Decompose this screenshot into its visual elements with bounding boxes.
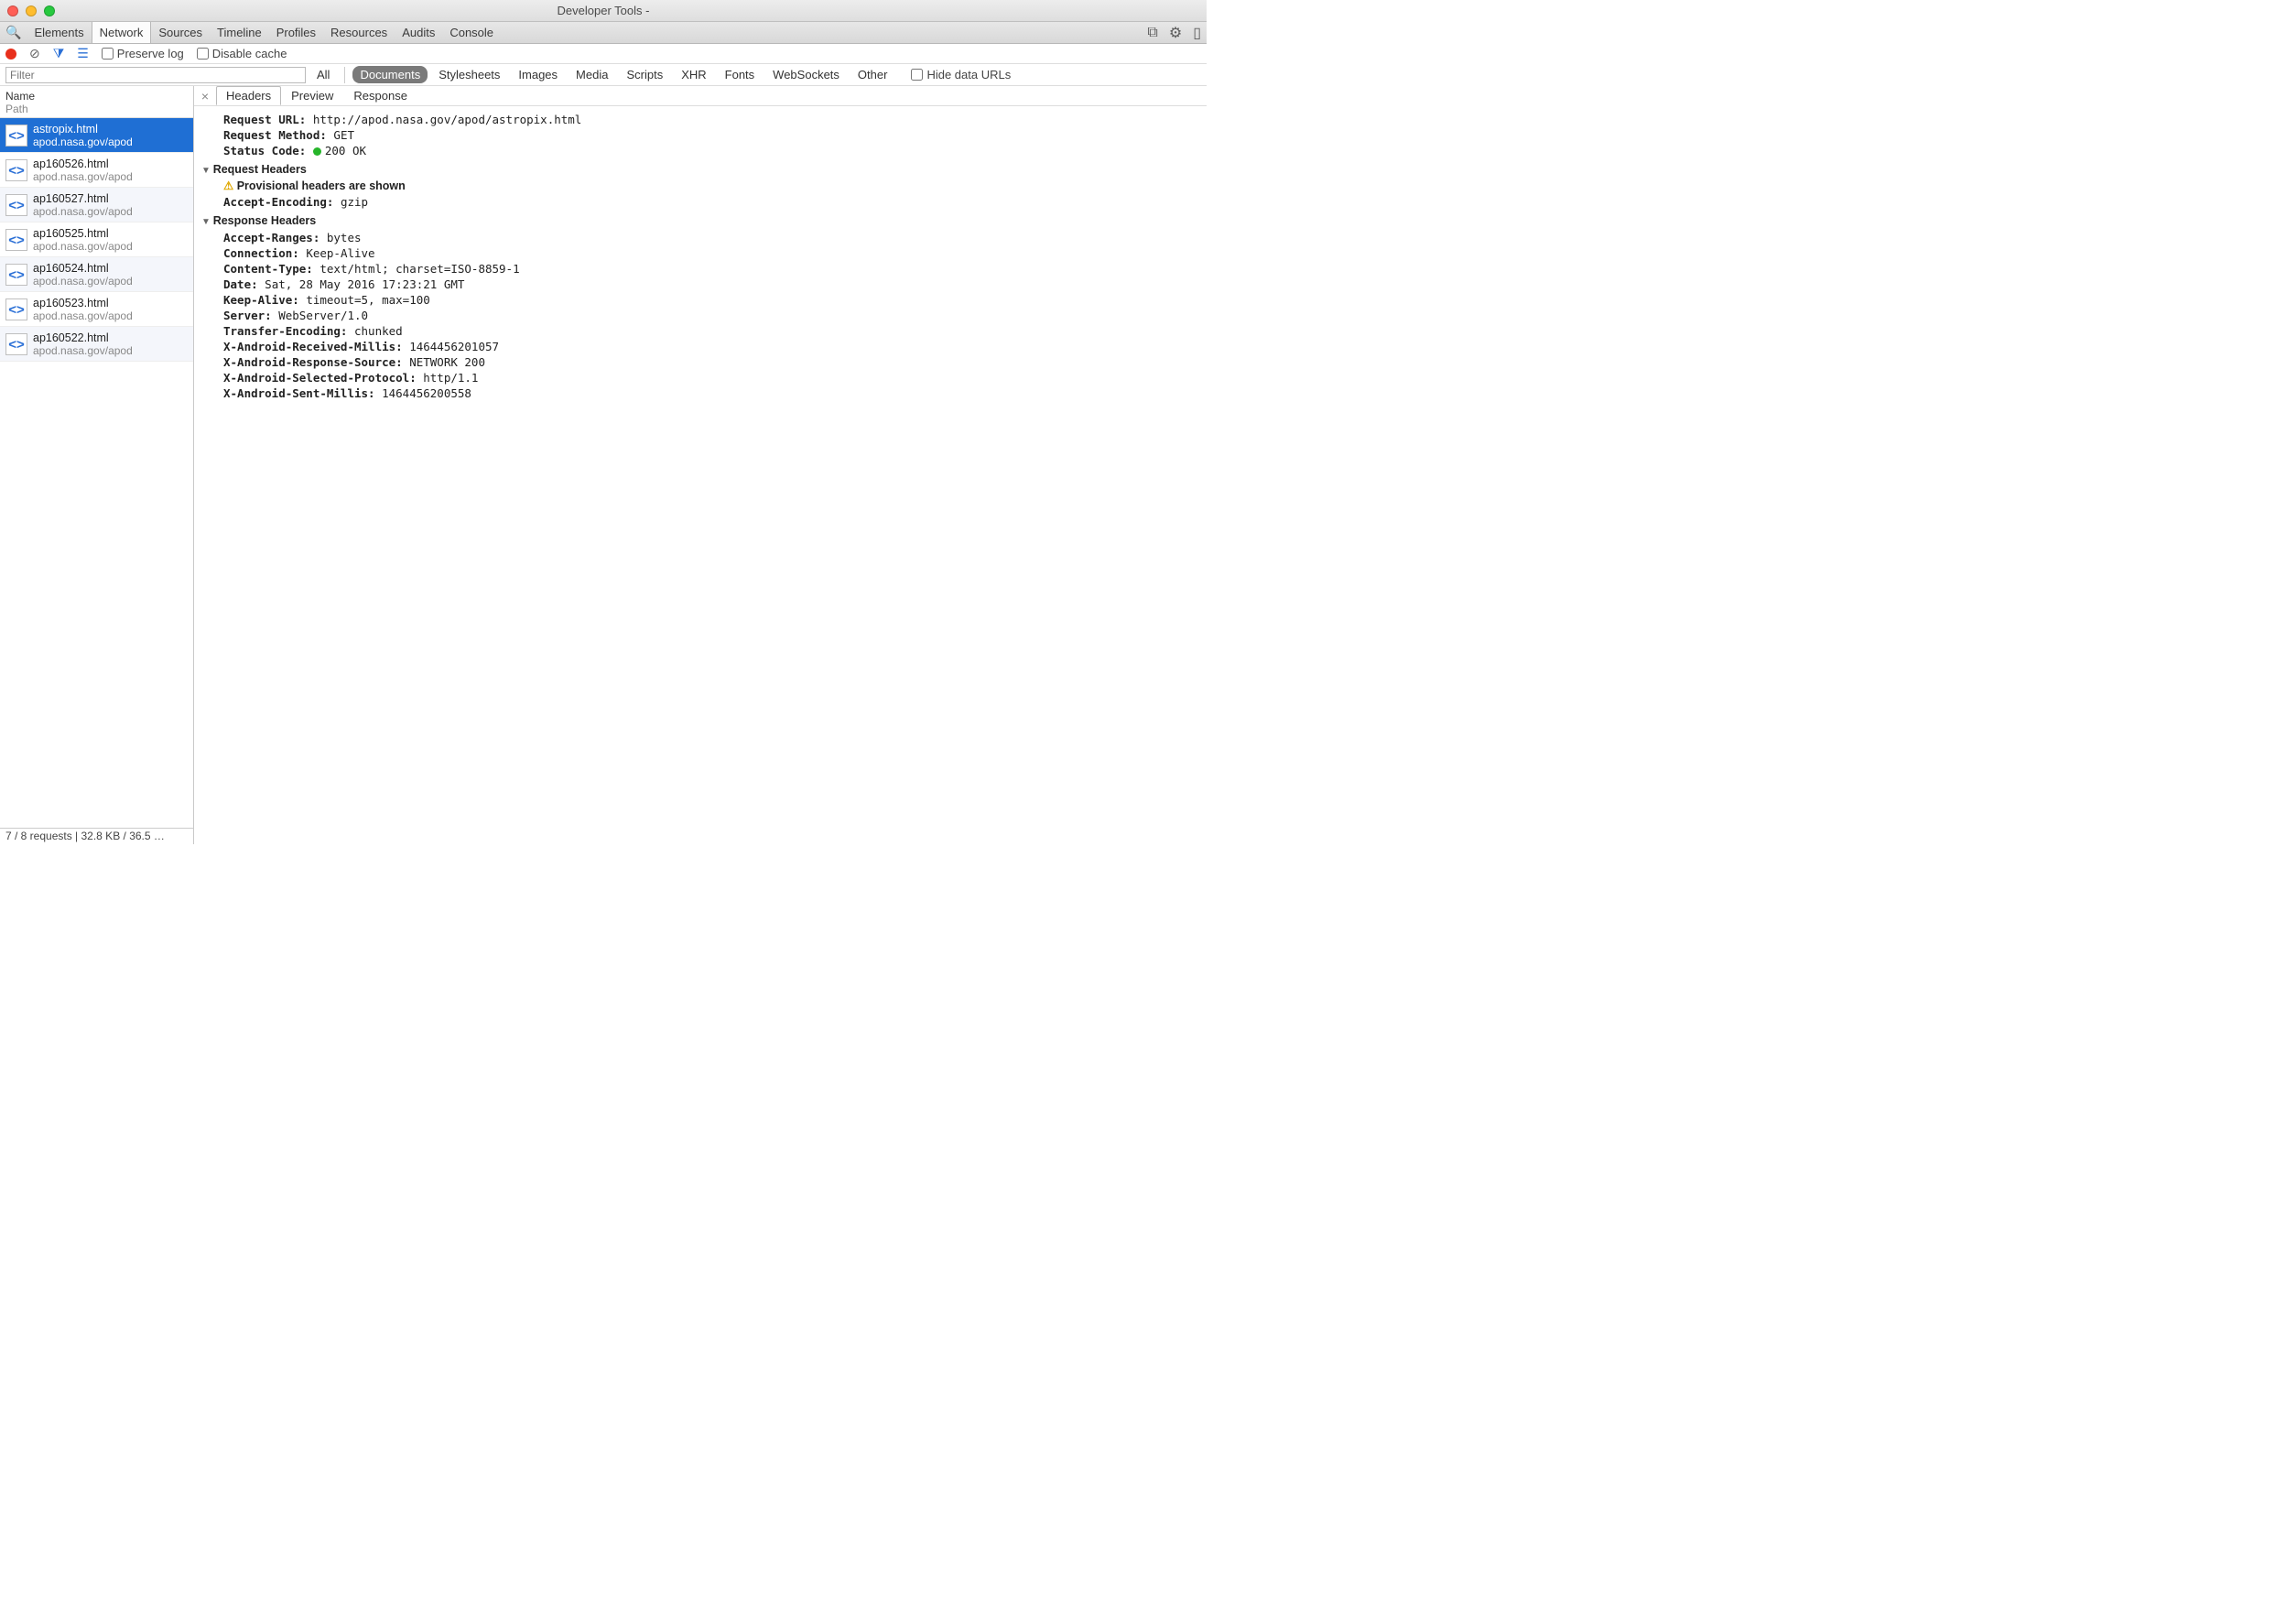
close-detail-icon[interactable]: × [198, 89, 212, 103]
header-row: Accept-Encoding: gzip [223, 194, 1190, 210]
detail-tab-headers[interactable]: Headers [216, 86, 281, 105]
header-row: X-Android-Sent-Millis: 1464456200558 [223, 385, 1190, 401]
request-path: apod.nasa.gov/apod [33, 205, 133, 218]
request-path: apod.nasa.gov/apod [33, 136, 133, 148]
response-headers-title[interactable]: Response Headers [201, 213, 1190, 230]
request-path: apod.nasa.gov/apod [33, 275, 133, 288]
request-row[interactable]: <> ap160527.htmlapod.nasa.gov/apod [0, 188, 193, 222]
window-title: Developer Tools - [0, 4, 1207, 17]
sidebar-header: Name Path [0, 86, 193, 118]
file-icon: <> [5, 298, 27, 320]
detail-panel: × HeadersPreviewResponse Request URL: ht… [194, 86, 1207, 844]
request-name: ap160523.html [33, 297, 133, 309]
filter-type-websockets[interactable]: WebSockets [765, 66, 847, 83]
drawer-icon[interactable]: ⧉ [1147, 25, 1157, 41]
request-name: ap160526.html [33, 157, 133, 170]
hide-data-urls-checkbox[interactable]: Hide data URLs [911, 68, 1011, 81]
file-icon: <> [5, 194, 27, 216]
header-row: X-Android-Received-Millis: 1464456201057 [223, 339, 1190, 354]
header-row: X-Android-Response-Source: NETWORK 200 [223, 354, 1190, 370]
main-tab-console[interactable]: Console [442, 22, 501, 43]
file-icon: <> [5, 125, 27, 146]
request-row[interactable]: <> astropix.htmlapod.nasa.gov/apod [0, 118, 193, 153]
filter-type-documents[interactable]: Documents [352, 66, 428, 83]
provisional-warning: Provisional headers are shown [212, 179, 1190, 194]
main-tab-profiles[interactable]: Profiles [269, 22, 323, 43]
file-icon: <> [5, 333, 27, 355]
main-tabs: 🔍 ElementsNetworkSourcesTimelineProfiles… [0, 22, 1207, 44]
header-row: Request URL: http://apod.nasa.gov/apod/a… [212, 112, 1190, 127]
filter-icon[interactable]: ⧩ [53, 46, 65, 61]
detail-tabs: × HeadersPreviewResponse [194, 86, 1207, 106]
request-list[interactable]: <>astropix.htmlapod.nasa.gov/apod<>ap160… [0, 118, 193, 828]
request-path: apod.nasa.gov/apod [33, 170, 133, 183]
filter-type-other[interactable]: Other [850, 66, 895, 83]
request-row[interactable]: <> ap160525.htmlapod.nasa.gov/apod [0, 222, 193, 257]
detail-tab-preview[interactable]: Preview [281, 86, 343, 105]
filter-type-media[interactable]: Media [569, 66, 615, 83]
filter-input[interactable] [5, 67, 306, 83]
request-path: apod.nasa.gov/apod [33, 309, 133, 322]
search-icon[interactable]: 🔍 [5, 25, 21, 40]
header-row: Date: Sat, 28 May 2016 17:23:21 GMT [223, 277, 1190, 292]
header-row: Accept-Ranges: bytes [223, 230, 1190, 245]
main-tab-audits[interactable]: Audits [395, 22, 442, 43]
filter-type-scripts[interactable]: Scripts [619, 66, 670, 83]
main-tab-timeline[interactable]: Timeline [210, 22, 269, 43]
filter-type-images[interactable]: Images [511, 66, 565, 83]
titlebar: Developer Tools - [0, 0, 1207, 22]
detail-tab-response[interactable]: Response [343, 86, 417, 105]
file-icon: <> [5, 264, 27, 286]
file-icon: <> [5, 229, 27, 251]
network-toolbar: ⊘ ⧩ ☰ Preserve log Disable cache [0, 44, 1207, 64]
clear-icon[interactable]: ⊘ [29, 46, 40, 61]
request-row[interactable]: <> ap160523.htmlapod.nasa.gov/apod [0, 292, 193, 327]
filter-type-all[interactable]: All [309, 66, 337, 83]
filter-bar: All DocumentsStylesheetsImagesMediaScript… [0, 64, 1207, 86]
status-bar: 7 / 8 requests | 32.8 KB / 36.5 … [0, 828, 193, 844]
request-sidebar: Name Path <>astropix.htmlapod.nasa.gov/a… [0, 86, 194, 844]
request-name: ap160525.html [33, 227, 133, 240]
header-row: Keep-Alive: timeout=5, max=100 [223, 292, 1190, 308]
request-row[interactable]: <> ap160526.htmlapod.nasa.gov/apod [0, 153, 193, 188]
header-row: Content-Type: text/html; charset=ISO-885… [223, 261, 1190, 277]
header-row: Status Code: 200 OK [212, 143, 1190, 158]
request-headers-title[interactable]: Request Headers [201, 162, 1190, 179]
header-row: X-Android-Selected-Protocol: http/1.1 [223, 370, 1190, 385]
main-tab-sources[interactable]: Sources [151, 22, 210, 43]
header-row: Server: WebServer/1.0 [223, 308, 1190, 323]
headers-body: Request URL: http://apod.nasa.gov/apod/a… [194, 106, 1207, 844]
main-tab-resources[interactable]: Resources [323, 22, 395, 43]
request-name: astropix.html [33, 123, 133, 136]
filter-type-xhr[interactable]: XHR [674, 66, 713, 83]
header-row: Request Method: GET [212, 127, 1190, 143]
request-row[interactable]: <> ap160524.htmlapod.nasa.gov/apod [0, 257, 193, 292]
request-name: ap160524.html [33, 262, 133, 275]
main-tab-network[interactable]: Network [92, 22, 152, 43]
disable-cache-checkbox[interactable]: Disable cache [197, 47, 287, 60]
settings-icon[interactable]: ⚙ [1169, 24, 1182, 42]
dock-icon[interactable]: ▯ [1193, 24, 1201, 42]
preserve-log-checkbox[interactable]: Preserve log [102, 47, 184, 60]
filter-type-fonts[interactable]: Fonts [718, 66, 763, 83]
request-row[interactable]: <> ap160522.htmlapod.nasa.gov/apod [0, 327, 193, 362]
request-path: apod.nasa.gov/apod [33, 344, 133, 357]
request-path: apod.nasa.gov/apod [33, 240, 133, 253]
record-button[interactable] [5, 49, 16, 60]
request-name: ap160527.html [33, 192, 133, 205]
main-tab-elements[interactable]: Elements [27, 22, 91, 43]
request-name: ap160522.html [33, 331, 133, 344]
large-rows-icon[interactable]: ☰ [77, 46, 89, 61]
header-row: Connection: Keep-Alive [223, 245, 1190, 261]
header-row: Transfer-Encoding: chunked [223, 323, 1190, 339]
filter-type-stylesheets[interactable]: Stylesheets [431, 66, 507, 83]
file-icon: <> [5, 159, 27, 181]
